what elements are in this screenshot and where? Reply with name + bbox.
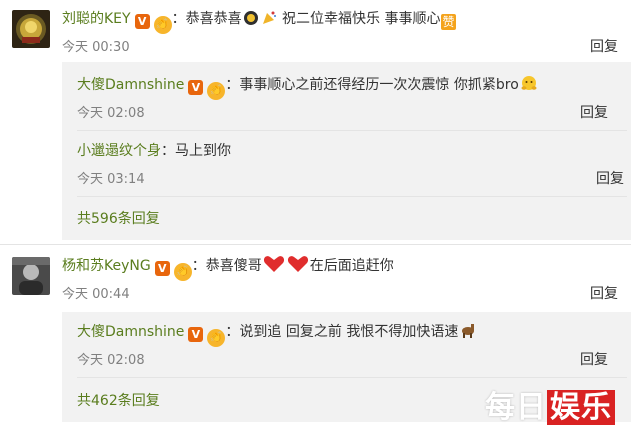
comment-2-line: 杨和苏KeyNG V 👏 ：恭喜傻哥 在后面追赶你 bbox=[62, 255, 394, 281]
sub-reply-text: ：事事顺心之前还得经历一次次震惊 你抓紧bro bbox=[225, 77, 519, 93]
watermark-part2: 娱乐 bbox=[547, 390, 615, 425]
sub-reply-2-line: 小邋遢纹个身：马上到你 bbox=[77, 140, 231, 161]
watermark-logo: 每日 娱乐 bbox=[485, 382, 615, 426]
avatar-liucong[interactable] bbox=[12, 10, 50, 48]
avatar-image bbox=[12, 10, 50, 48]
hugging-face-emoji-icon bbox=[520, 74, 538, 97]
comment-divider bbox=[0, 244, 631, 245]
comment-text-2: 祝二位幸福快乐 事事顺心 bbox=[277, 11, 441, 27]
divider bbox=[77, 196, 627, 197]
heart-emoji-icon bbox=[287, 255, 309, 278]
running-horse-emoji-icon bbox=[459, 321, 477, 344]
sub-reply-username[interactable]: 大傻Damnshine bbox=[77, 77, 184, 93]
clap-badge-icon: 👏 bbox=[173, 263, 192, 281]
sub-reply-button[interactable]: 回复 bbox=[596, 168, 624, 188]
comment-username[interactable]: 杨和苏KeyNG bbox=[62, 258, 151, 274]
verified-v-badge-icon: V bbox=[188, 327, 204, 342]
comment-time: 今天 00:44 bbox=[62, 287, 130, 302]
clap-badge-icon: 👏 bbox=[153, 16, 172, 34]
more-replies-link[interactable]: 共596条回复 bbox=[77, 208, 160, 228]
more-replies-link[interactable]: 共462条回复 bbox=[77, 390, 160, 410]
comment-text: ：恭喜傻哥 bbox=[191, 258, 262, 274]
sub-reply-text: ：马上到你 bbox=[161, 143, 231, 159]
verified-v-badge-icon: V bbox=[154, 261, 170, 276]
comment-text: ：恭喜恭喜 bbox=[171, 11, 242, 27]
reply-button[interactable]: 回复 bbox=[590, 283, 618, 303]
sub-reply-button[interactable]: 回复 bbox=[580, 349, 608, 369]
star-face-emoji-icon bbox=[243, 10, 259, 31]
watermark-part1: 每日 bbox=[485, 390, 547, 425]
verified-v-badge-icon: V bbox=[188, 80, 204, 95]
sub-reply-1-line: 大傻Damnshine V 👏 ：说到追 回复之前 我恨不得加快语速 bbox=[77, 321, 478, 347]
party-horn-emoji-icon bbox=[261, 10, 277, 31]
sub-reply-time: 今天 02:08 bbox=[77, 106, 145, 121]
sub-reply-username[interactable]: 大傻Damnshine bbox=[77, 324, 184, 340]
sub-reply-time: 今天 02:08 bbox=[77, 353, 145, 368]
sub-reply-username[interactable]: 小邋遢纹个身 bbox=[77, 143, 161, 159]
sub-reply-1-line: 大傻Damnshine V 👏 ：事事顺心之前还得经历一次次震惊 你抓紧bro bbox=[77, 74, 539, 100]
comment-time: 今天 00:30 bbox=[62, 40, 130, 55]
clap-badge-icon: 👏 bbox=[207, 82, 226, 100]
comment-username[interactable]: 刘聪的KEY bbox=[62, 11, 131, 27]
heart-emoji-icon bbox=[263, 255, 285, 278]
divider bbox=[77, 130, 627, 131]
comment-1-line: 刘聪的KEY V 👏 ：恭喜恭喜 祝二位幸福快乐 事事顺心赞 bbox=[62, 8, 457, 34]
sub-reply-time: 今天 03:14 bbox=[77, 172, 145, 187]
sub-reply-text: ：说到追 回复之前 我恨不得加快语速 bbox=[225, 324, 459, 340]
zan-emoji-icon: 赞 bbox=[441, 14, 456, 30]
verified-v-badge-icon: V bbox=[134, 14, 150, 29]
avatar-yanghesu[interactable] bbox=[12, 257, 50, 295]
avatar-image bbox=[12, 257, 50, 295]
sub-reply-button[interactable]: 回复 bbox=[580, 102, 608, 122]
comment-text-2: 在后面追赶你 bbox=[309, 258, 394, 274]
clap-badge-icon: 👏 bbox=[207, 329, 226, 347]
reply-button[interactable]: 回复 bbox=[590, 36, 618, 56]
divider bbox=[77, 377, 627, 378]
